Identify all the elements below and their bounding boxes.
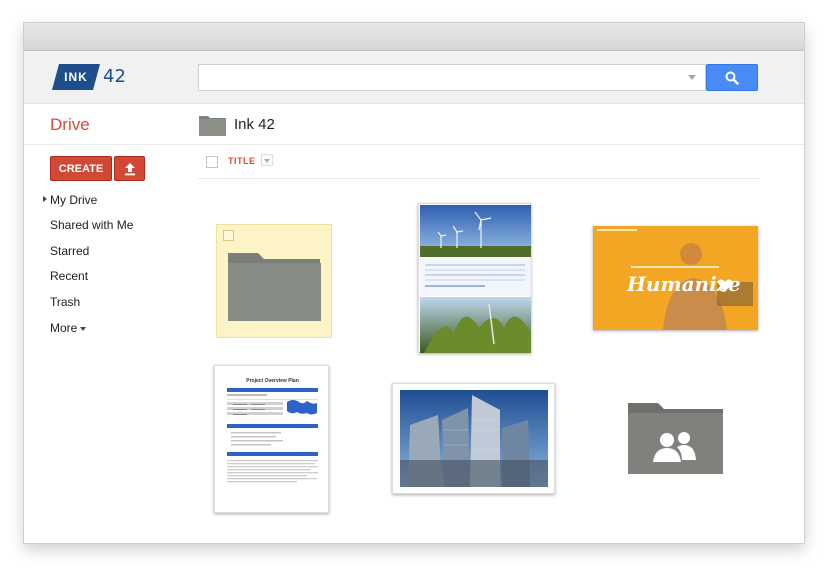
search-icon: [725, 71, 739, 85]
search-options-caret-icon[interactable]: [688, 75, 696, 80]
humanize-caption: Humanize: [627, 272, 741, 296]
chevron-down-icon: [80, 326, 87, 331]
upload-icon: [124, 162, 135, 175]
sidebar-item-label: My Drive: [50, 193, 98, 207]
logo-number: 42: [103, 66, 126, 87]
list-header: TITLE: [198, 147, 760, 179]
sidebar-item-label: Shared with Me: [50, 218, 134, 232]
file-tile-wind-presentation[interactable]: [418, 203, 531, 353]
sidebar-item-shared-with-me[interactable]: Shared with Me: [50, 218, 133, 232]
tile-checkbox[interactable]: [223, 230, 234, 241]
folder-icon: [199, 116, 226, 136]
sort-dropdown[interactable]: [261, 154, 273, 166]
wind-turbine-thumbnail: [420, 205, 531, 353]
sidebar-item-trash[interactable]: Trash: [50, 295, 80, 309]
create-button[interactable]: CREATE: [50, 156, 112, 181]
expand-arrow-icon[interactable]: [43, 196, 47, 202]
file-tile-document[interactable]: Project Overview Plan: [214, 365, 329, 513]
browser-window: INK 42 Drive Ink 42 CREATE My Drive Shar…: [23, 22, 805, 544]
sidebar-item-recent[interactable]: Recent: [50, 269, 88, 283]
buildings-thumbnail: [400, 390, 548, 487]
sidebar-item-label: Recent: [50, 269, 89, 283]
sidebar-item-starred[interactable]: Starred: [50, 244, 89, 258]
title-column-header[interactable]: TITLE: [228, 156, 256, 166]
sidebar-item-label: Trash: [50, 295, 81, 309]
sub-header: Drive Ink 42: [24, 105, 804, 145]
select-all-checkbox[interactable]: [206, 156, 218, 168]
sidebar-item-label: More: [50, 321, 78, 335]
ink42-logo[interactable]: INK 42: [52, 64, 132, 90]
search-button[interactable]: [706, 64, 758, 91]
folder-icon: [228, 253, 321, 321]
upload-button[interactable]: [114, 156, 145, 181]
top-bar: INK 42: [24, 51, 804, 104]
document-thumbnail: [227, 388, 318, 483]
file-tile-folder[interactable]: [216, 224, 332, 338]
page-title: Drive: [50, 115, 90, 134]
sidebar-item-my-drive[interactable]: My Drive: [43, 193, 98, 207]
logo-badge: INK: [52, 64, 100, 90]
file-tile-buildings-photo[interactable]: [392, 383, 555, 494]
sidebar-item-label: Starred: [50, 244, 90, 258]
sidebar-item-more[interactable]: More: [50, 321, 87, 335]
breadcrumb[interactable]: Ink 42: [234, 116, 275, 133]
shared-folder-icon[interactable]: [627, 400, 724, 475]
file-tile-humanize-presentation[interactable]: Humanize: [593, 226, 758, 330]
search-input[interactable]: [198, 64, 706, 91]
window-chrome: [24, 23, 804, 51]
